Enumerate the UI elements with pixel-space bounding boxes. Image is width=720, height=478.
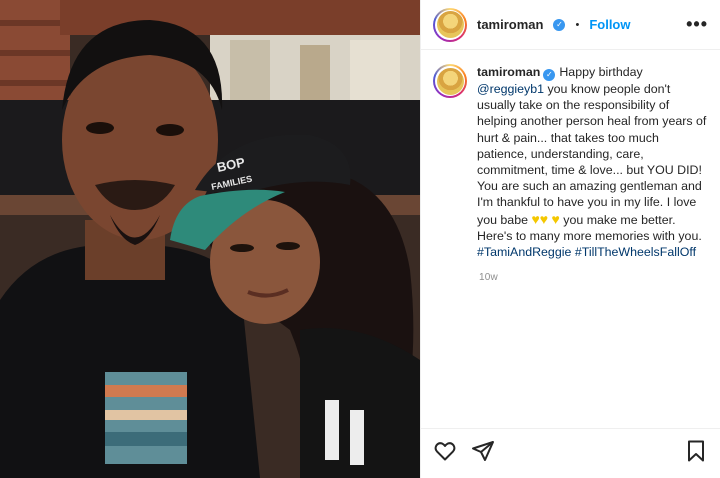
verified-icon: ✓ [553, 18, 566, 31]
mention-link[interactable]: @reggieyb1 [477, 82, 544, 96]
post-timestamp[interactable]: 10w [421, 260, 720, 283]
separator-dot: • [575, 18, 580, 31]
hashtag-link[interactable]: #TillTheWheelsFallOff [575, 245, 696, 259]
send-icon[interactable] [471, 439, 495, 463]
post-photo[interactable]: BOP FAMILIES [0, 0, 420, 478]
hashtag-link[interactable]: #TamiAndReggie [477, 245, 571, 259]
yellow-heart-icon: ♥ [539, 210, 549, 227]
verified-icon: ✓ [543, 69, 556, 81]
caption-avatar[interactable] [433, 64, 467, 98]
caption-text: you know people don't usually take on th… [477, 82, 707, 227]
post-panel: tamiroman ✓ • Follow ••• tamiroman ✓ Happy… [420, 0, 720, 478]
bookmark-icon[interactable] [684, 439, 708, 463]
follow-button[interactable]: Follow [589, 17, 630, 32]
post-header: tamiroman ✓ • Follow ••• [421, 0, 720, 50]
caption-text: Happy birthday [559, 65, 643, 79]
avatar-image [436, 11, 464, 38]
caption-row: tamiroman ✓ Happy birthday @reggieyb1 you … [421, 50, 720, 260]
avatar[interactable] [433, 7, 467, 42]
action-bar [421, 428, 720, 472]
header-username[interactable]: tamiroman [477, 17, 543, 32]
yellow-heart-icon: ♥ [531, 210, 540, 227]
caption: tamiroman ✓ Happy birthday @reggieyb1 you … [477, 64, 708, 260]
caption-username[interactable]: tamiroman [477, 65, 540, 79]
heart-icon[interactable] [433, 439, 457, 463]
more-icon[interactable]: ••• [686, 14, 708, 35]
yellow-heart-icon: ♥ [551, 210, 560, 227]
avatar-image [436, 67, 464, 95]
